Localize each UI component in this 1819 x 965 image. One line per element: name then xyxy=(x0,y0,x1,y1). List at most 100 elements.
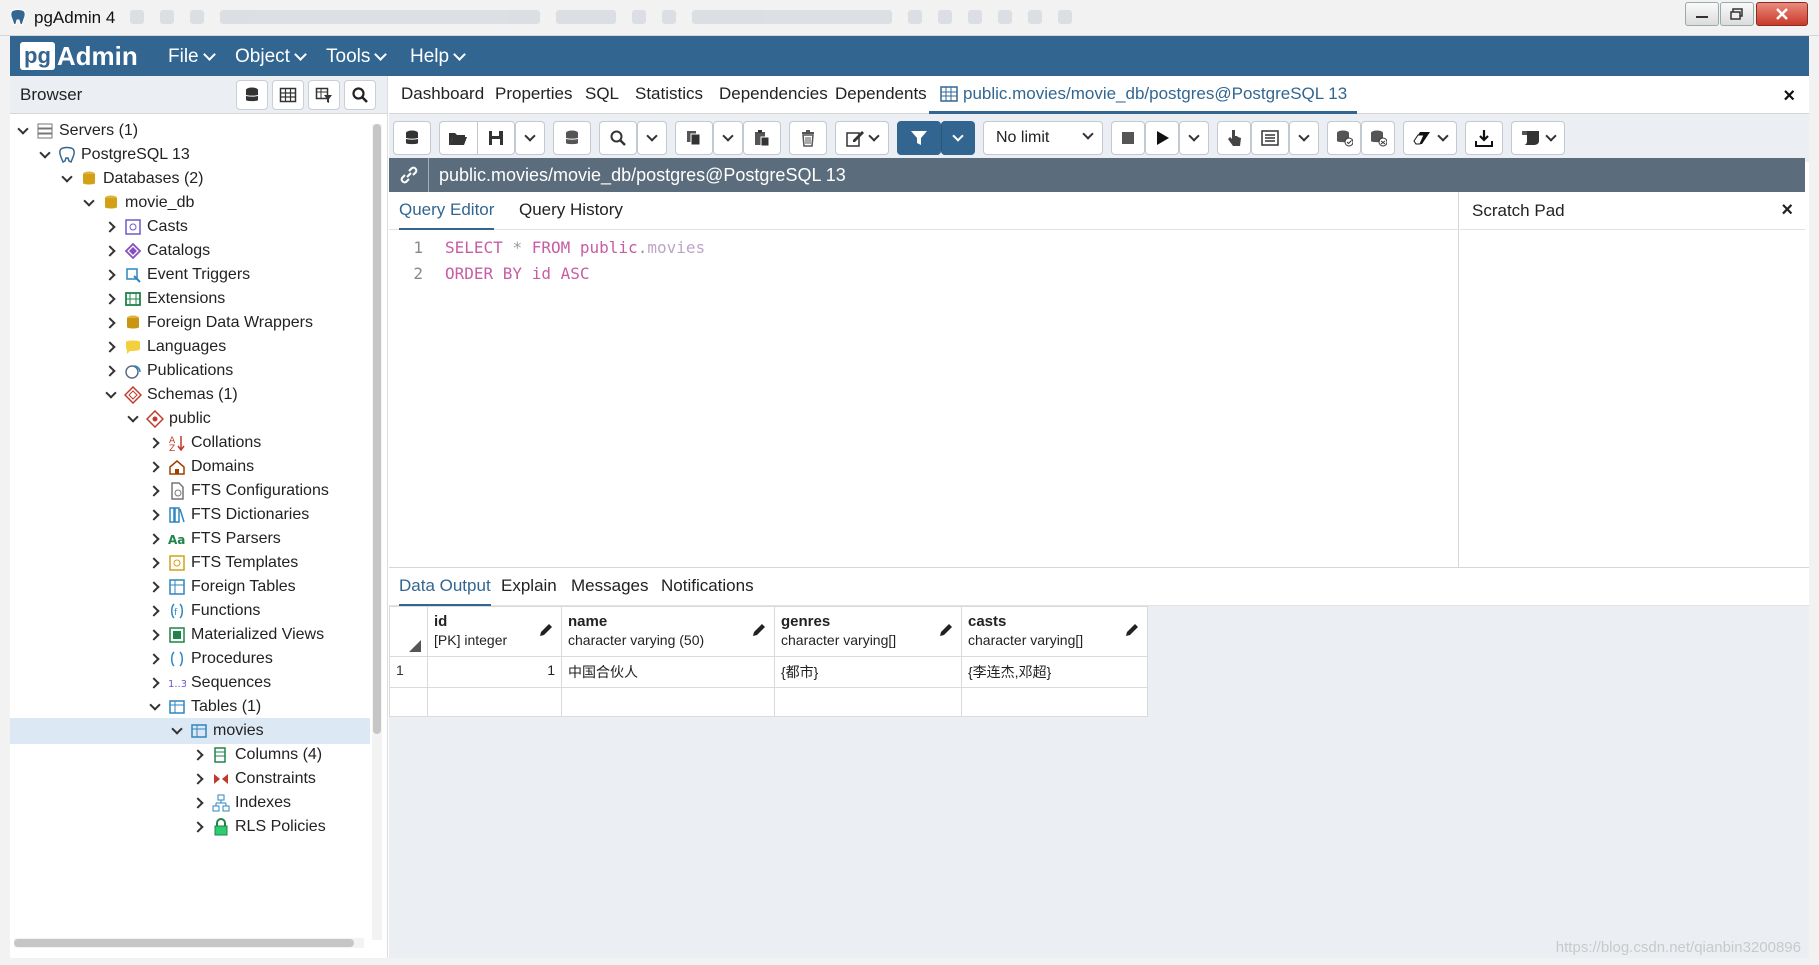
chevron-down-icon[interactable] xyxy=(148,699,162,714)
chevron-right-icon[interactable] xyxy=(191,796,206,810)
tab-query-tool[interactable]: public.movies/movie_db/postgres@PostgreS… xyxy=(929,76,1358,114)
execute-button[interactable] xyxy=(1145,121,1179,155)
find-button[interactable] xyxy=(599,121,637,155)
tab-properties[interactable]: Properties xyxy=(495,84,572,104)
tree-node-catalogs[interactable]: Catalogs xyxy=(103,238,210,264)
table-row[interactable]: 1 1 中国合伙人 {都市} {李连杰,邓超} xyxy=(389,656,1148,688)
open-file-button[interactable] xyxy=(440,129,477,147)
tree-node-tables[interactable]: Tables (1) xyxy=(148,694,261,720)
cell-genres[interactable]: {都市} xyxy=(774,656,962,688)
tree-node-fts-dictionaries[interactable]: FTS Dictionaries xyxy=(147,502,309,528)
tree-node-event-triggers[interactable]: Event Triggers xyxy=(103,262,250,288)
column-header[interactable]: genres character varying[] xyxy=(774,606,962,657)
column-header[interactable]: name character varying (50) xyxy=(561,606,775,657)
cell-empty[interactable] xyxy=(961,687,1148,717)
menu-help[interactable]: Help xyxy=(410,46,466,68)
pencil-icon[interactable] xyxy=(752,623,766,637)
paste-button[interactable] xyxy=(743,121,781,155)
tab-dashboard[interactable]: Dashboard xyxy=(401,84,484,104)
tree-node-movies[interactable]: movies xyxy=(10,718,370,744)
tab-messages[interactable]: Messages xyxy=(571,568,648,606)
sql-editor[interactable]: 1 SELECT * FROM public.movies 2 ORDER BY… xyxy=(389,230,1458,567)
search-objects-button[interactable] xyxy=(344,80,376,110)
tab-sql[interactable]: SQL xyxy=(585,84,619,104)
download-button[interactable] xyxy=(1465,121,1503,155)
tree-node-casts[interactable]: Casts xyxy=(103,214,188,240)
tree-node-procedures[interactable]: Procedures xyxy=(147,646,273,672)
pencil-icon[interactable] xyxy=(1125,623,1139,637)
cell-casts[interactable]: {李连杰,邓超} xyxy=(961,656,1148,688)
chevron-right-icon[interactable] xyxy=(147,460,162,474)
chevron-down-icon[interactable] xyxy=(126,411,140,426)
tree-node-fts-configurations[interactable]: FTS Configurations xyxy=(147,478,329,504)
tree-node-foreign-tables[interactable]: Foreign Tables xyxy=(147,574,296,600)
tree-node-fts-templates[interactable]: FTS Templates xyxy=(147,550,298,576)
tab-explain[interactable]: Explain xyxy=(501,568,557,606)
chevron-right-icon[interactable] xyxy=(147,484,162,498)
tab-notifications[interactable]: Notifications xyxy=(661,568,754,606)
close-window-button[interactable] xyxy=(1756,2,1808,26)
select-all-cell[interactable] xyxy=(389,606,428,657)
tree-vertical-scrollbar[interactable] xyxy=(372,124,382,940)
find-options-dropdown[interactable] xyxy=(637,121,667,155)
tree-node-extensions[interactable]: Extensions xyxy=(103,286,225,312)
minimize-button[interactable] xyxy=(1685,2,1719,26)
tree-node-constraints[interactable]: Constraints xyxy=(191,766,316,792)
tree-node-indexes[interactable]: Indexes xyxy=(191,790,291,816)
db-connection-button[interactable] xyxy=(393,121,431,155)
chevron-right-icon[interactable] xyxy=(103,316,118,330)
tree-node-fts-parsers[interactable]: Aa FTS Parsers xyxy=(147,526,281,552)
cancel-query-button[interactable] xyxy=(1111,121,1145,155)
copy-options-dropdown[interactable] xyxy=(713,121,743,155)
tree-node-collations[interactable]: A Z Collations xyxy=(147,430,261,456)
chevron-right-icon[interactable] xyxy=(147,532,162,546)
chevron-right-icon[interactable] xyxy=(103,364,118,378)
filtered-rows-button[interactable] xyxy=(308,80,340,110)
tab-data-output[interactable]: Data Output xyxy=(399,568,491,606)
scrollbar-thumb[interactable] xyxy=(14,939,354,947)
view-data-button[interactable] xyxy=(272,80,304,110)
chevron-right-icon[interactable] xyxy=(103,292,118,306)
tree-node-rls-policies[interactable]: RLS Policies xyxy=(191,814,326,840)
save-options-dropdown[interactable] xyxy=(515,121,545,155)
save-file-button[interactable] xyxy=(476,122,514,154)
copy-button[interactable] xyxy=(675,121,713,155)
tree-node-domains[interactable]: Domains xyxy=(147,454,254,480)
tree-node-sequences[interactable]: 1..3 Sequences xyxy=(147,670,271,696)
tree-node-languages[interactable]: Languages xyxy=(103,334,226,360)
chevron-right-icon[interactable] xyxy=(191,820,206,834)
tree-node-functions[interactable]: f Functions xyxy=(147,598,260,624)
chevron-right-icon[interactable] xyxy=(147,556,162,570)
cell-empty[interactable] xyxy=(774,687,962,717)
tree-node-servers[interactable]: Servers (1) xyxy=(16,118,138,144)
chevron-right-icon[interactable] xyxy=(103,220,118,234)
cell-empty[interactable] xyxy=(561,687,775,717)
connection-status-button[interactable] xyxy=(389,158,429,192)
row-number[interactable]: 1 xyxy=(389,656,428,688)
chevron-down-icon[interactable] xyxy=(82,195,96,210)
cell-empty[interactable] xyxy=(427,687,562,717)
chevron-right-icon[interactable] xyxy=(103,244,118,258)
scratch-pad-textarea[interactable] xyxy=(1460,230,1805,567)
menu-file[interactable]: File xyxy=(168,46,216,68)
commit-button[interactable] xyxy=(1327,121,1361,155)
tree-node-movie-db[interactable]: movie_db xyxy=(82,190,194,216)
clear-button[interactable] xyxy=(1403,121,1457,155)
chevron-down-icon[interactable] xyxy=(60,171,74,186)
cell-id[interactable]: 1 xyxy=(427,656,562,688)
pencil-icon[interactable] xyxy=(939,623,953,637)
close-scratch-pad-button[interactable]: × xyxy=(1781,199,1793,222)
chevron-down-icon[interactable] xyxy=(16,123,30,138)
chevron-right-icon[interactable] xyxy=(147,508,162,522)
delete-button[interactable] xyxy=(789,121,827,155)
chevron-right-icon[interactable] xyxy=(147,628,162,642)
tab-query-history[interactable]: Query History xyxy=(519,192,623,230)
menu-object[interactable]: Object xyxy=(235,46,307,68)
tree-node-schemas[interactable]: Schemas (1) xyxy=(104,382,238,408)
tab-dependents[interactable]: Dependents xyxy=(835,84,927,104)
row-number-empty[interactable] xyxy=(389,687,428,717)
tree-horizontal-scrollbar[interactable] xyxy=(14,938,364,948)
chevron-down-icon[interactable] xyxy=(104,387,118,402)
tree-node-public[interactable]: public xyxy=(126,406,211,432)
scrollbar-thumb[interactable] xyxy=(373,124,381,734)
